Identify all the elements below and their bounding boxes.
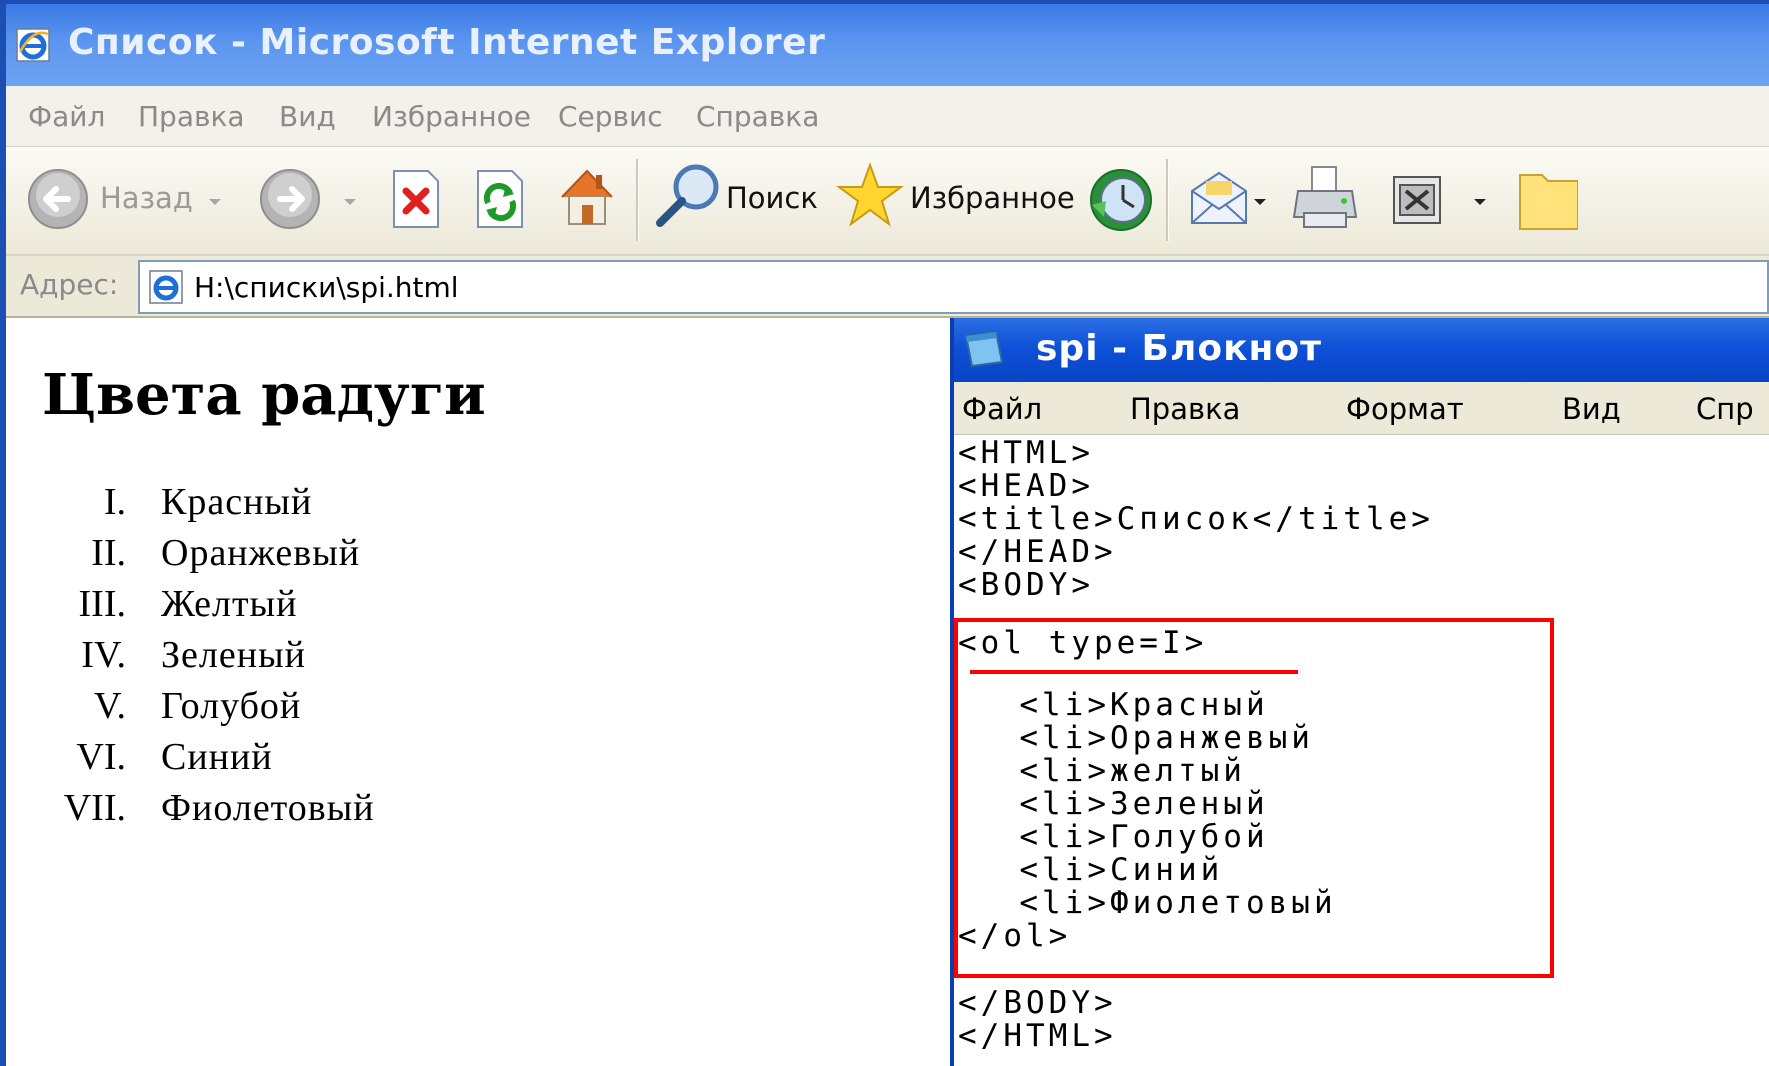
list-item-text: Красный: [161, 481, 313, 523]
menu-help[interactable]: Справка: [696, 100, 819, 133]
history-icon[interactable]: [1086, 165, 1156, 235]
ie-logo-icon: [16, 28, 50, 62]
back-button[interactable]: Назад: [26, 167, 226, 231]
ie-toolbar: Назад Поиск Избранное: [6, 147, 1769, 256]
star-icon: [836, 162, 904, 227]
notepad-icon: [964, 330, 1004, 368]
underline-mark: [970, 670, 1298, 674]
menu-file[interactable]: Файл: [28, 100, 105, 133]
forward-arrow-icon[interactable]: [258, 167, 322, 231]
page-icon: [149, 270, 183, 304]
notepad-menu-edit[interactable]: Правка: [1130, 392, 1240, 426]
ie-title-bar: Список - Microsoft Internet Explorer: [6, 4, 1769, 86]
home-icon[interactable]: [554, 163, 620, 229]
list-item: VI. Синий: [6, 735, 706, 786]
address-input[interactable]: H:\списки\spi.html: [138, 260, 1769, 314]
list-item-text: Синий: [161, 736, 273, 778]
back-dropdown-icon[interactable]: [207, 197, 223, 207]
code-ol-close: </ol>: [958, 918, 1072, 954]
stop-icon[interactable]: [388, 167, 444, 231]
window-title: Список - Microsoft Internet Explorer: [68, 22, 826, 63]
list-item-text: Зеленый: [161, 634, 306, 676]
list-item: I. Красный: [6, 480, 706, 531]
list-item-text: Голубой: [161, 685, 302, 727]
notepad-menu-help[interactable]: Спр: [1696, 392, 1754, 426]
code-ol-open: <ol type=I>: [958, 625, 1208, 661]
list-item-text: Желтый: [161, 583, 298, 625]
favorites-label: Избранное: [910, 181, 1075, 215]
list-item-number: VII.: [63, 787, 126, 829]
back-label: Назад: [100, 181, 193, 215]
folder-icon[interactable]: [1518, 167, 1578, 233]
list-item-number: VI.: [76, 736, 126, 778]
notepad-title-bar: spi - Блокнот: [954, 318, 1769, 382]
menu-tools[interactable]: Сервис: [558, 100, 663, 133]
edit-dropdown-icon[interactable]: [1472, 197, 1488, 207]
notepad-menu-file[interactable]: Файл: [962, 392, 1042, 426]
list-item-number: I.: [103, 481, 126, 523]
menu-view[interactable]: Вид: [279, 100, 336, 133]
list-item-number: V.: [93, 685, 126, 727]
toolbar-separator: [1166, 159, 1169, 241]
list-item-number: III.: [78, 583, 126, 625]
back-arrow-icon: [28, 169, 88, 229]
notepad-menu-view[interactable]: Вид: [1562, 392, 1621, 426]
list-item-number: II.: [91, 532, 126, 574]
roman-ordered-list: I. Красный II. Оранжевый III. Желтый IV. Зел…: [6, 480, 706, 837]
menu-edit[interactable]: Правка: [138, 100, 245, 133]
list-item: VII. Фиолетовый: [6, 786, 706, 837]
mail-icon[interactable]: [1186, 167, 1252, 231]
refresh-icon[interactable]: [472, 167, 528, 231]
mail-dropdown-icon[interactable]: [1252, 197, 1268, 207]
list-item-text: Фиолетовый: [161, 787, 375, 829]
edit-icon[interactable]: [1390, 173, 1444, 227]
code-tail: </BODY> </HTML>: [958, 985, 1117, 1054]
list-item: V. Голубой: [6, 684, 706, 735]
favorites-button[interactable]: Избранное: [836, 161, 1075, 233]
list-item: IV. Зеленый: [6, 633, 706, 684]
list-item-text: Оранжевый: [161, 532, 361, 574]
notepad-title: spi - Блокнот: [1036, 328, 1322, 369]
notepad-window: spi - Блокнот Файл Правка Формат Вид Спр…: [950, 318, 1769, 1066]
menu-favorites[interactable]: Избранное: [372, 100, 531, 133]
notepad-menu-format[interactable]: Формат: [1346, 392, 1464, 426]
search-label: Поиск: [726, 181, 818, 215]
code-head: <HTML> <HEAD> <title>Список</title> </HE…: [958, 435, 1434, 603]
list-item: II. Оранжевый: [6, 531, 706, 582]
address-label: Адрес:: [20, 268, 119, 301]
page-heading: Цвета радуги: [42, 362, 486, 428]
search-button[interactable]: Поиск: [654, 161, 824, 233]
notepad-menu-bar: Файл Правка Формат Вид Спр: [954, 382, 1769, 435]
list-item-number: IV.: [81, 634, 126, 676]
ie-menu-bar: Файл Правка Вид Избранное Сервис Справка: [6, 86, 1769, 147]
toolbar-separator: [636, 159, 639, 241]
list-item: III. Желтый: [6, 582, 706, 633]
notepad-text-area[interactable]: <HTML> <HEAD> <title>Список</title> </HE…: [954, 435, 1769, 1066]
search-icon: [656, 164, 719, 227]
address-bar: Адрес: H:\списки\spi.html: [6, 256, 1769, 318]
code-list-items: <li>Красный <li>Оранжевый <li>желтый <li…: [1019, 687, 1337, 921]
address-value: H:\списки\spi.html: [194, 271, 459, 304]
print-icon[interactable]: [1290, 161, 1360, 233]
forward-dropdown-icon[interactable]: [342, 197, 358, 207]
